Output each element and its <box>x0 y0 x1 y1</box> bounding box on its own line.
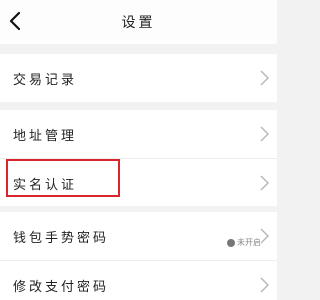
chevron-right-icon <box>260 126 269 142</box>
chevron-right-icon <box>260 175 269 191</box>
group-payment-security: 钱包手势密码 修改支付密码 <box>0 212 277 300</box>
highlight-box <box>6 159 120 197</box>
chevron-right-icon <box>260 277 269 293</box>
chevron-right-icon <box>260 70 269 86</box>
row-label: 交易记录 <box>13 73 78 88</box>
watermark: 未开启 <box>227 237 261 248</box>
row-label: 钱包手势密码 <box>13 231 110 246</box>
row-change-payment-password[interactable]: 修改支付密码 <box>0 260 277 300</box>
watermark-icon <box>227 238 235 247</box>
row-label: 修改支付密码 <box>13 280 110 295</box>
row-label: 地址管理 <box>13 129 78 144</box>
row-address-management[interactable]: 地址管理 <box>0 110 277 158</box>
page-title: 设置 <box>121 15 156 31</box>
row-transaction-record[interactable]: 交易记录 <box>0 54 277 102</box>
row-wallet-gesture-password[interactable]: 钱包手势密码 <box>0 212 277 260</box>
chevron-right-icon <box>260 228 269 244</box>
group-transactions: 交易记录 <box>0 54 277 102</box>
nav-bar: 设置 <box>0 0 277 44</box>
watermark-text: 未开启 <box>237 238 261 247</box>
